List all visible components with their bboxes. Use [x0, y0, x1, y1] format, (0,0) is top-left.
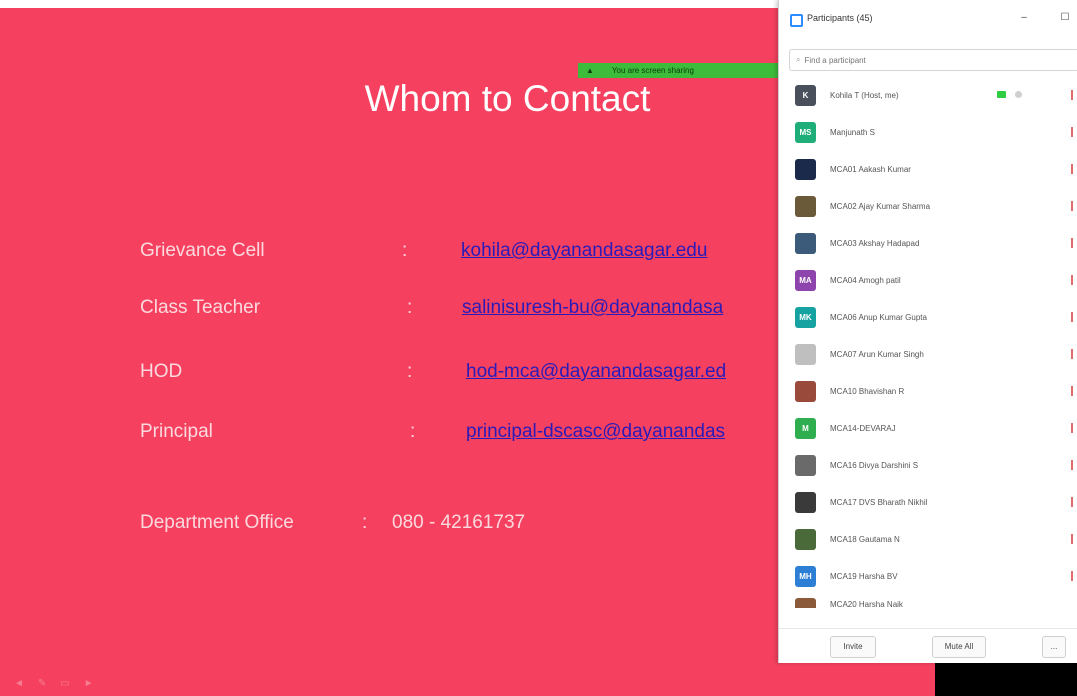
contact-colon: :	[407, 361, 413, 382]
participant-row[interactable]: MS Manjunath S	[779, 115, 1077, 152]
participant-name: MCA17 DVS Bharath Nikhil	[830, 498, 928, 507]
status-dot-icon	[1015, 91, 1022, 98]
mic-muted-icon[interactable]	[1071, 460, 1077, 470]
contact-colon: :	[407, 297, 413, 318]
participant-row[interactable]: MCA01 Aakash Kumar	[779, 152, 1077, 189]
screen-sharing-banner[interactable]: ▲ You are screen sharing	[578, 63, 778, 78]
slide-controls: ◄ ✎ ▭ ►	[14, 678, 94, 689]
share-screen-icon: ▲	[586, 66, 594, 75]
participant-row[interactable]: K Kohila T (Host, me)	[779, 78, 1077, 115]
participant-name: MCA07 Arun Kumar Singh	[830, 350, 924, 359]
panel-footer: Invite Mute All ...	[779, 628, 1077, 664]
participant-name: MCA01 Aakash Kumar	[830, 165, 911, 174]
avatar	[795, 529, 816, 550]
participant-name: MCA03 Akshay Hadapad	[830, 239, 920, 248]
participant-row[interactable]: MA MCA04 Amogh patil	[779, 263, 1077, 300]
mic-muted-icon[interactable]	[1071, 201, 1077, 211]
desktop-background	[935, 663, 1077, 696]
participant-name: MCA04 Amogh patil	[830, 276, 901, 285]
mic-muted-icon[interactable]	[1071, 534, 1077, 544]
mic-muted-icon[interactable]	[1071, 386, 1077, 396]
department-phone: 080 - 42161737	[392, 512, 526, 533]
mic-icon[interactable]	[1071, 90, 1077, 100]
participant-row[interactable]: MK MCA06 Anup Kumar Gupta	[779, 300, 1077, 337]
next-slide-icon[interactable]: ►	[84, 678, 94, 689]
participant-row[interactable]: MCA18 Gautama N	[779, 522, 1077, 559]
avatar: K	[795, 85, 816, 106]
mic-muted-icon[interactable]	[1071, 275, 1077, 285]
mic-muted-icon[interactable]	[1071, 497, 1077, 507]
screen-sharing-text: You are screen sharing	[611, 66, 694, 75]
participant-list: K Kohila T (Host, me) MS Manjunath S MCA…	[779, 78, 1077, 608]
mic-muted-icon[interactable]	[1071, 423, 1077, 433]
avatar	[795, 344, 816, 365]
avatar	[795, 233, 816, 254]
slide-view-icon[interactable]: ▭	[60, 678, 69, 689]
panel-titlebar[interactable]: Participants (45) – ☐	[779, 0, 1077, 40]
participant-row[interactable]: MCA07 Arun Kumar Singh	[779, 337, 1077, 374]
avatar	[795, 159, 816, 180]
contact-colon: :	[362, 512, 368, 533]
participant-row[interactable]: MH MCA19 Harsha BV	[779, 559, 1077, 596]
participant-search[interactable]: ⌕	[789, 49, 1077, 71]
participant-name: MCA19 Harsha BV	[830, 572, 898, 581]
participant-row[interactable]: MCA16 Divya Darshini S	[779, 448, 1077, 485]
avatar	[795, 455, 816, 476]
contact-label: HOD	[140, 361, 183, 382]
video-on-icon[interactable]	[997, 91, 1006, 98]
zoom-app-icon	[790, 14, 803, 27]
invite-button[interactable]: Invite	[830, 636, 876, 658]
search-input[interactable]	[804, 55, 1045, 65]
avatar: MS	[795, 122, 816, 143]
contact-email-link[interactable]: kohila@dayanandasagar.edu	[461, 240, 781, 262]
mic-muted-icon[interactable]	[1071, 571, 1077, 581]
pen-icon[interactable]: ✎	[38, 678, 46, 689]
avatar: M	[795, 418, 816, 439]
contact-label: Principal	[140, 421, 213, 442]
contact-label: Grievance Cell	[140, 240, 265, 261]
contact-email-link[interactable]: salinisuresh-bu@dayanandasa	[462, 297, 782, 319]
mic-muted-icon[interactable]	[1071, 312, 1077, 322]
search-icon: ⌕	[796, 55, 801, 64]
participant-name: MCA02 Ajay Kumar Sharma	[830, 202, 931, 211]
participant-name: Manjunath S	[830, 128, 875, 137]
mute-all-button[interactable]: Mute All	[932, 636, 986, 658]
more-options-button[interactable]: ...	[1042, 636, 1066, 658]
participant-row[interactable]: MCA10 Bhavishan R	[779, 374, 1077, 411]
department-label: Department Office	[140, 512, 294, 533]
avatar: MA	[795, 270, 816, 291]
mic-muted-icon[interactable]	[1071, 238, 1077, 248]
contact-email-link[interactable]: hod-mca@dayanandasagar.ed	[466, 361, 782, 383]
avatar: MK	[795, 307, 816, 328]
mic-muted-icon[interactable]	[1071, 164, 1077, 174]
mic-muted-icon[interactable]	[1071, 127, 1077, 137]
minimize-button[interactable]: –	[1015, 10, 1033, 26]
participant-row[interactable]: MCA20 Harsha Naik	[779, 596, 1077, 608]
participant-row[interactable]: MCA02 Ajay Kumar Sharma	[779, 189, 1077, 226]
participant-row[interactable]: MCA17 DVS Bharath Nikhil	[779, 485, 1077, 522]
participant-row[interactable]: MCA03 Akshay Hadapad	[779, 226, 1077, 263]
contact-label: Class Teacher	[140, 297, 261, 318]
contact-email-link[interactable]: principal-dscasc@dayanandas	[466, 421, 782, 443]
avatar	[795, 196, 816, 217]
maximize-button[interactable]: ☐	[1056, 10, 1074, 26]
avatar	[795, 492, 816, 513]
contact-colon: :	[402, 240, 408, 261]
panel-title: Participants (45)	[807, 13, 873, 23]
participant-name: MCA06 Anup Kumar Gupta	[830, 313, 927, 322]
mic-muted-icon[interactable]	[1071, 349, 1077, 359]
participant-name: MCA16 Divya Darshini S	[830, 461, 919, 470]
avatar: MH	[795, 566, 816, 587]
avatar	[795, 381, 816, 402]
participant-row[interactable]: M MCA14-DEVARAJ	[779, 411, 1077, 448]
participants-panel: Participants (45) – ☐ ⌕ K Kohila T (Host…	[778, 0, 1077, 663]
participant-name: MCA20 Harsha Naik	[830, 600, 903, 608]
participant-name: Kohila T (Host, me)	[830, 91, 899, 100]
contact-colon: :	[410, 421, 416, 442]
previous-slide-icon[interactable]: ◄	[14, 678, 24, 689]
participant-name: MCA14-DEVARAJ	[830, 424, 896, 433]
avatar	[795, 598, 816, 608]
participant-name: MCA10 Bhavishan R	[830, 387, 905, 396]
participant-name: MCA18 Gautama N	[830, 535, 900, 544]
